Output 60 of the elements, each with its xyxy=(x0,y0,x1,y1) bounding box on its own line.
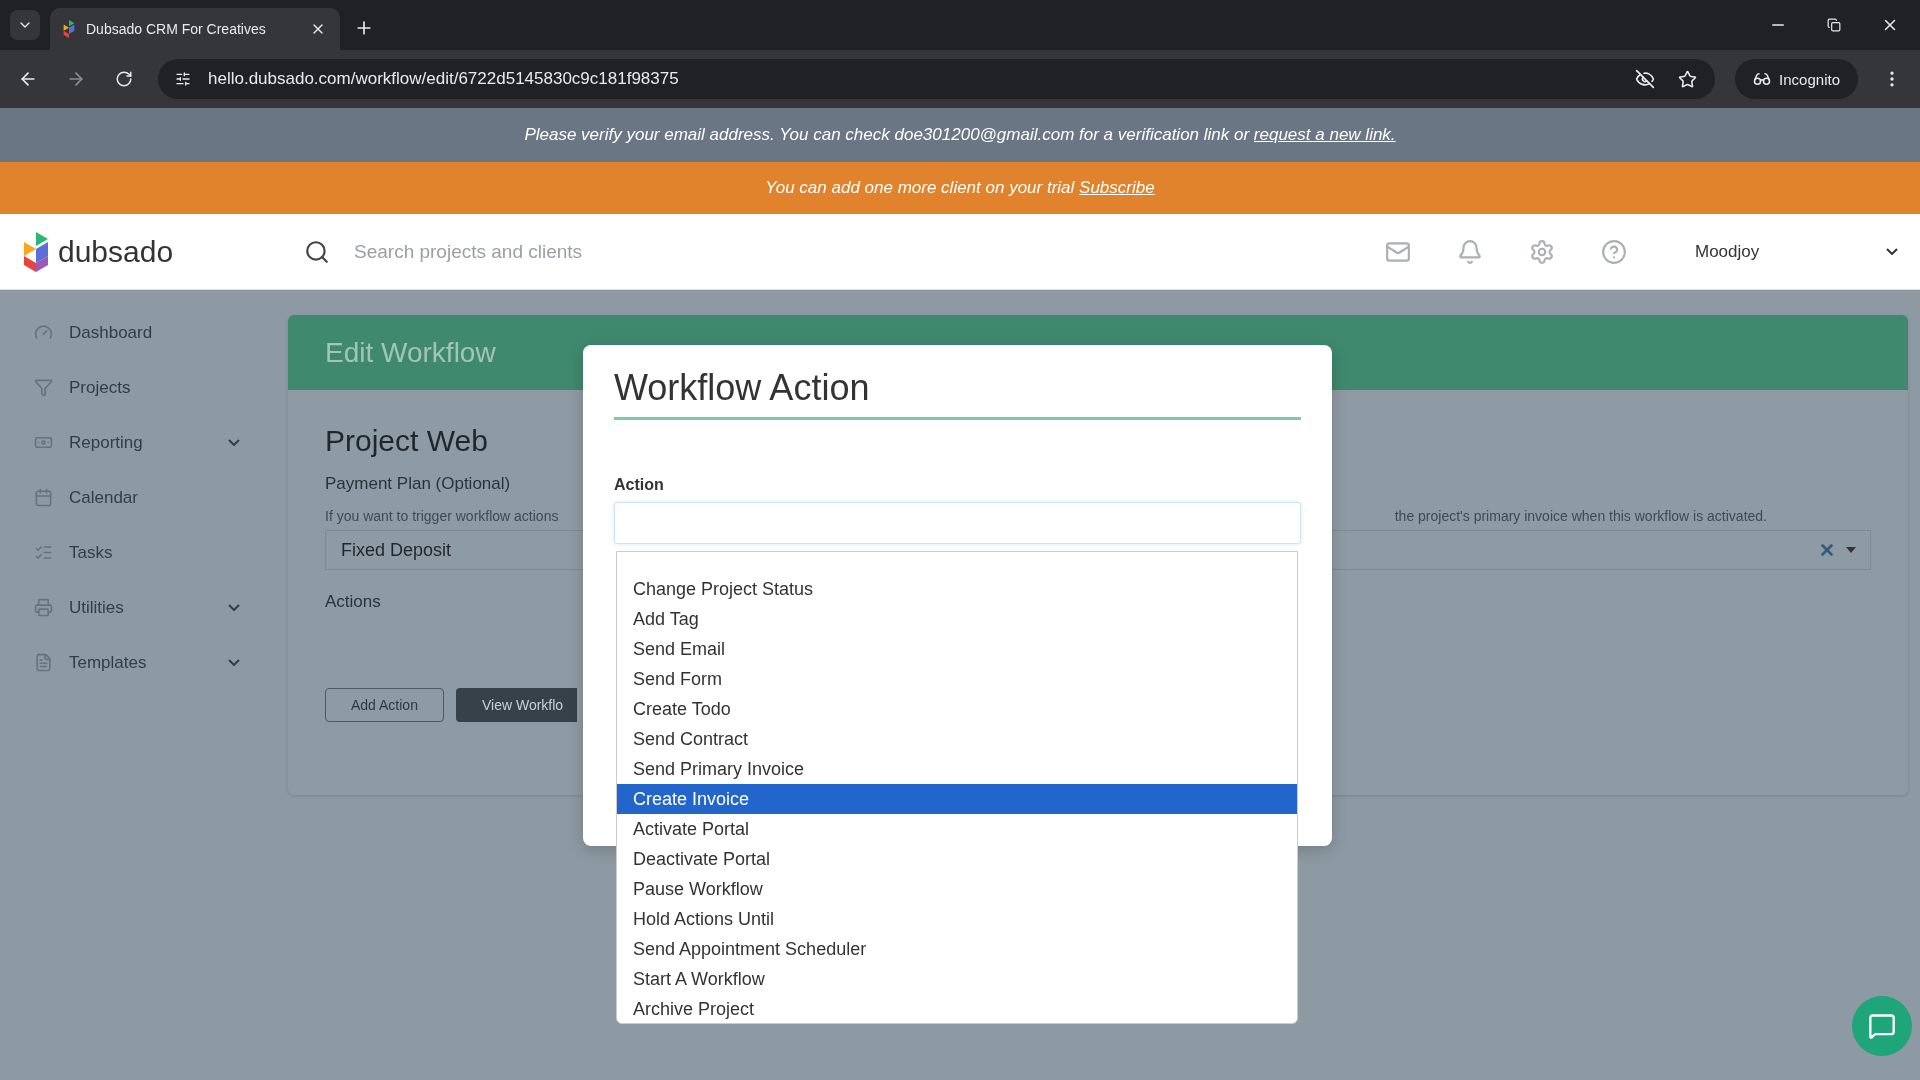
modal-title: Workflow Action xyxy=(614,345,1301,420)
dropdown-option[interactable]: Create Todo xyxy=(617,694,1297,724)
actions-label: Actions xyxy=(325,592,381,612)
project-title: Project Web xyxy=(325,424,489,458)
chevron-icon xyxy=(228,659,240,666)
dropdown-option[interactable]: Start A Workflow xyxy=(617,964,1297,994)
dropdown-option[interactable]: Change Project Status xyxy=(617,574,1297,604)
sidebar-item[interactable]: Reporting xyxy=(0,415,270,470)
action-label: Action xyxy=(614,476,665,494)
clear-icon[interactable] xyxy=(1818,541,1836,559)
trial-message: You can add one more client on your trial Subscribe xyxy=(765,178,1155,198)
favicon-icon xyxy=(62,20,76,38)
dropdown-option[interactable]: Create Invoice xyxy=(617,784,1297,814)
field-label: Payment Plan (Optional) xyxy=(325,474,511,494)
chevron-icon xyxy=(228,604,240,611)
user-menu[interactable]: Moodjoy xyxy=(1675,241,1920,262)
calendar-icon xyxy=(34,488,53,507)
dropdown-option[interactable]: Pause Workflow xyxy=(617,874,1297,904)
sidebar-item[interactable]: Utilities xyxy=(0,580,270,635)
dropdown-option[interactable]: Send Form xyxy=(617,664,1297,694)
card-title: Edit Workflow xyxy=(325,336,496,369)
dropdown-option[interactable]: Archive Project xyxy=(617,994,1297,1024)
sidebar-item[interactable]: Dashboard xyxy=(0,305,270,360)
view-workflow-button[interactable]: View Workflo xyxy=(455,688,577,722)
sidebar-item[interactable]: Templates xyxy=(0,635,270,690)
helper-text: If you want to trigger workflow actions xyxy=(325,508,559,524)
action-field[interactable] xyxy=(614,502,1301,544)
sidebar-item[interactable]: Tasks xyxy=(0,525,270,580)
dropdown-option[interactable]: Send Email xyxy=(617,634,1297,664)
browser-tab[interactable]: Dubsado CRM For Creatives xyxy=(50,8,340,50)
logo-text: dubsado xyxy=(58,234,174,269)
sidebar-item[interactable]: Projects xyxy=(0,360,270,415)
tab-list-button[interactable] xyxy=(10,10,40,40)
caret-icon xyxy=(1846,547,1856,553)
checklist-icon xyxy=(34,543,53,562)
dropdown-option[interactable]: Send Primary Invoice xyxy=(617,754,1297,784)
printer-icon xyxy=(34,598,53,617)
chat-icon xyxy=(1868,1012,1896,1040)
dropdown-option[interactable]: Activate Portal xyxy=(617,814,1297,844)
dropdown-option[interactable]: Send Appointment Scheduler xyxy=(617,934,1297,964)
filter-icon xyxy=(34,378,53,397)
chevron-icon xyxy=(1886,248,1898,255)
gauge-icon xyxy=(34,323,53,342)
dropdown-option[interactable]: Send Contract xyxy=(617,724,1297,754)
chat-button[interactable] xyxy=(1852,996,1912,1056)
dropdown-option[interactable]: Deactivate Portal xyxy=(617,844,1297,874)
tab-title: Dubsado CRM For Creatives xyxy=(86,21,267,37)
add-action-button[interactable]: Add Action xyxy=(325,688,444,722)
request-link[interactable]: request a new link. xyxy=(1253,125,1396,144)
dropdown-option[interactable]: Hold Actions Until xyxy=(617,904,1297,934)
incognito-button[interactable]: Incognito xyxy=(1735,59,1858,99)
sidebar-item[interactable]: Calendar xyxy=(0,470,270,525)
dropdown-option[interactable]: Add Tag xyxy=(617,604,1297,634)
logo-icon xyxy=(22,231,50,272)
verify-message: Please verify your email address. You can check doe301200@gmail.com for a verification link or request a new link. xyxy=(524,125,1396,145)
chevron-icon xyxy=(228,439,240,446)
incognito-icon xyxy=(1753,70,1772,88)
document-icon xyxy=(34,653,53,672)
search-icon xyxy=(304,238,330,265)
helper-text: the project's primary invoice when this workflow is activated. xyxy=(1394,508,1767,524)
